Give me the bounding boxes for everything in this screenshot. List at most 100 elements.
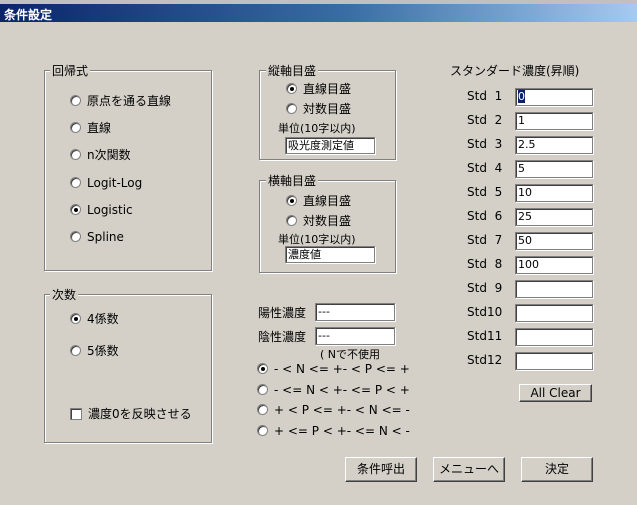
std-input[interactable]: 1 <box>515 112 593 130</box>
judgement-option-label: + <= P < +- <= N < - <box>274 423 410 438</box>
judgement-option[interactable]: - < N <= +- < P <= + <box>257 361 410 377</box>
reflect-zero-label: 濃度0を反映させる <box>88 407 192 421</box>
vertical-axis-unit-input[interactable]: 吸光度測定値 <box>285 137 375 154</box>
std-input[interactable]: 10 <box>515 184 593 202</box>
degree-option-label: 5係数 <box>87 344 119 358</box>
vertical-axis-unit-label: 単位(10字以内) <box>278 122 356 135</box>
std-value: 25 <box>518 210 532 223</box>
std-label: Std10 <box>467 305 503 319</box>
radio-button[interactable] <box>286 103 297 114</box>
horizontal-axis-unit-input[interactable]: 濃度値 <box>285 246 375 263</box>
reflect-zero-checkbox[interactable]: 濃度0を反映させる <box>70 406 192 422</box>
std-input[interactable]: 50 <box>515 232 593 250</box>
standard-concentration-title: スタンダード濃度(昇順) <box>450 64 580 78</box>
judgement-option-label: - < N <= +- < P <= + <box>274 362 410 376</box>
std-input[interactable] <box>515 280 593 298</box>
regression-option-label: 原点を通る直線 <box>87 94 172 108</box>
horizontal-axis-option[interactable]: 直線目盛 <box>286 193 351 209</box>
std-value: 2.5 <box>518 138 536 151</box>
regression-option[interactable]: Spline <box>70 229 124 245</box>
radio-button[interactable] <box>70 95 81 106</box>
std-label: Std 5 <box>467 185 503 199</box>
std-input[interactable]: 2.5 <box>515 136 593 154</box>
vertical-axis-option-label: 対数目盛 <box>303 102 352 116</box>
std-input[interactable]: 100 <box>515 256 593 274</box>
horizontal-axis-option[interactable]: 対数目盛 <box>286 213 351 229</box>
regression-option[interactable]: Logit-Log <box>70 175 142 191</box>
positive-concentration-label: 陽性濃度 <box>258 306 307 320</box>
std-label: Std 1 <box>467 89 503 103</box>
std-label: Std11 <box>467 329 503 343</box>
regression-option-label: n次関数 <box>87 148 131 163</box>
std-label: Std 9 <box>467 281 503 295</box>
judgement-option[interactable]: + <= P < +- <= N < - <box>257 423 410 439</box>
std-input[interactable] <box>515 304 593 322</box>
horizontal-axis-group-label: 横軸目盛 <box>266 172 319 189</box>
degree-option[interactable]: 5係数 <box>70 343 119 359</box>
vertical-axis-group-label: 縦軸目盛 <box>266 62 319 79</box>
regression-option[interactable]: 原点を通る直線 <box>70 93 171 109</box>
ok-button[interactable]: 決定 <box>521 457 593 482</box>
radio-button[interactable] <box>286 83 297 94</box>
radio-button[interactable] <box>257 404 268 415</box>
all-clear-button[interactable]: All Clear <box>519 384 592 402</box>
judgement-option[interactable]: + < P <= +- < N <= - <box>257 402 410 418</box>
degree-option-label: 4係数 <box>87 312 119 326</box>
negative-concentration-input[interactable]: --- <box>315 327 395 345</box>
radio-button[interactable] <box>70 176 81 188</box>
radio-button[interactable] <box>286 215 297 226</box>
std-input[interactable]: 25 <box>515 208 593 226</box>
std-label: Std 3 <box>467 137 503 151</box>
radio-button[interactable] <box>257 383 268 395</box>
vertical-axis-option[interactable]: 対数目盛 <box>286 101 351 117</box>
window-title: 条件設定 <box>4 8 53 22</box>
regression-option-label: 直線 <box>87 121 112 136</box>
degree-option[interactable]: 4係数 <box>70 311 119 327</box>
title-bar[interactable]: 条件設定 <box>0 4 637 22</box>
radio-button[interactable] <box>70 345 81 356</box>
std-label: Std12 <box>467 353 503 367</box>
radio-button[interactable] <box>70 231 81 242</box>
std-input[interactable] <box>515 328 593 346</box>
regression-option-label: Spline <box>87 230 124 244</box>
std-value: 5 <box>518 162 525 175</box>
std-value: 50 <box>518 234 532 247</box>
radio-button[interactable] <box>70 203 81 215</box>
vertical-axis-option[interactable]: 直線目盛 <box>286 81 351 97</box>
negative-concentration-label: 陰性濃度 <box>258 330 307 344</box>
degree-group-label: 次数 <box>50 286 79 303</box>
radio-button[interactable] <box>70 149 81 161</box>
load-conditions-button[interactable]: 条件呼出 <box>345 457 417 482</box>
radio-button[interactable] <box>257 424 268 436</box>
not-used-note: ( Nで不使用 <box>320 348 381 361</box>
horizontal-axis-option-label: 直線目盛 <box>303 194 352 208</box>
vertical-axis-option-label: 直線目盛 <box>303 82 352 96</box>
std-input[interactable] <box>515 352 593 370</box>
std-value: 100 <box>518 258 539 271</box>
regression-group-label: 回帰式 <box>50 62 91 79</box>
radio-button[interactable] <box>70 122 81 134</box>
regression-option[interactable]: Logistic <box>70 202 133 218</box>
std-input[interactable]: 0 <box>515 88 593 106</box>
judgement-option[interactable]: - <= N < +- <= P < + <box>257 382 410 398</box>
horizontal-axis-option-label: 対数目盛 <box>303 214 352 228</box>
std-input[interactable]: 5 <box>515 160 593 178</box>
menu-button[interactable]: メニューへ <box>433 457 505 482</box>
std-label: Std 8 <box>467 257 503 271</box>
regression-option-label: Logistic <box>87 202 133 217</box>
judgement-option-label: + < P <= +- < N <= - <box>274 403 410 417</box>
std-value: 0 <box>518 90 525 103</box>
regression-option[interactable]: n次関数 <box>70 147 131 163</box>
regression-option[interactable]: 直線 <box>70 120 111 136</box>
std-label: Std 2 <box>467 113 503 127</box>
radio-button[interactable] <box>286 195 297 206</box>
horizontal-axis-unit-label: 単位(10字以内) <box>278 233 356 246</box>
checkbox-box[interactable] <box>70 408 82 420</box>
radio-button[interactable] <box>257 363 268 374</box>
positive-concentration-input[interactable]: --- <box>315 303 395 321</box>
std-value: 1 <box>518 114 525 127</box>
std-label: Std 6 <box>467 209 503 223</box>
condition-settings-window: 条件設定 回帰式 原点を通る直線 直線 n次関数 Logit-Log Logistic S… <box>0 0 637 505</box>
radio-button[interactable] <box>70 313 81 324</box>
std-label: Std 7 <box>467 233 503 247</box>
